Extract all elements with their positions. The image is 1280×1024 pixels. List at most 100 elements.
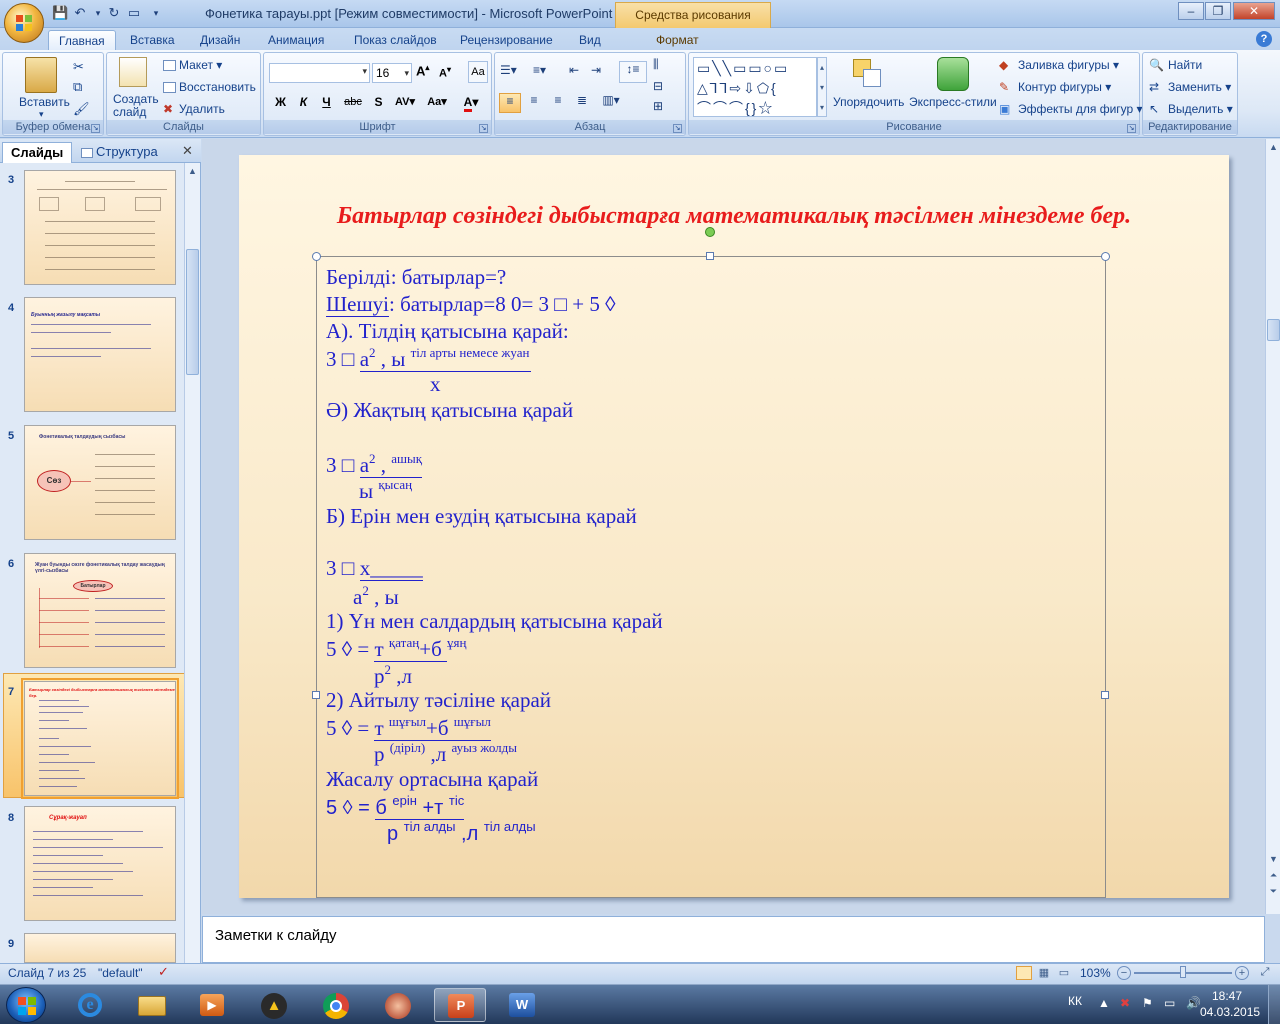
- slide-thumbnail-9[interactable]: [24, 933, 176, 963]
- clock-date[interactable]: 04.03.2015: [1200, 1005, 1260, 1019]
- pane-scrollbar[interactable]: ▲: [184, 163, 200, 963]
- resize-handle-e[interactable]: [1101, 691, 1109, 699]
- increase-indent-icon[interactable]: ⇥: [591, 63, 611, 83]
- shape-effects-button[interactable]: ▣ Эффекты для фигур ▾: [999, 102, 1143, 118]
- slide-thumbnail-5[interactable]: Фонетикалық талдаудың сызбасы Сөз: [24, 425, 176, 540]
- resize-handle-w[interactable]: [312, 691, 320, 699]
- tab-animation[interactable]: Анимация: [258, 30, 334, 50]
- next-slide-icon[interactable]: ⏷: [1266, 883, 1280, 899]
- taskbar-powerpoint-icon[interactable]: P: [434, 988, 486, 1022]
- font-name-combo[interactable]: ▾: [269, 63, 370, 83]
- taskbar-word-icon[interactable]: W: [496, 988, 548, 1022]
- undo-icon[interactable]: ↶: [72, 5, 88, 21]
- italic-button[interactable]: К: [293, 93, 314, 113]
- slide-thumbnail-6[interactable]: Жуан буынды сөзге фонетикалық талдау жас…: [24, 553, 176, 668]
- shrink-font-icon[interactable]: A▾: [439, 65, 459, 85]
- slide-canvas[interactable]: Батырлар сөзіндегі дыбыстарға математика…: [239, 155, 1229, 898]
- show-desktop-button[interactable]: [1268, 985, 1280, 1024]
- reset-button[interactable]: Восстановить: [163, 80, 256, 94]
- tab-slideshow[interactable]: Показ слайдов: [344, 30, 447, 50]
- taskbar-chrome-icon[interactable]: [310, 988, 362, 1022]
- tray-volume-icon[interactable]: 🔊: [1186, 996, 1201, 1010]
- decrease-indent-icon[interactable]: ⇤: [569, 63, 589, 83]
- taskbar-app-icon[interactable]: ▲: [248, 988, 300, 1022]
- undo-dropdown-icon[interactable]: ▾: [90, 5, 106, 21]
- tab-format[interactable]: Формат: [646, 30, 709, 50]
- underline-button[interactable]: Ч: [316, 93, 337, 113]
- copy-icon[interactable]: ⧉: [73, 79, 82, 95]
- zoom-level[interactable]: 103%: [1080, 966, 1111, 980]
- taskbar-ie-icon[interactable]: e: [64, 988, 116, 1022]
- slide-thumbnail-4[interactable]: Буынның жазылу мақсаты: [24, 297, 176, 412]
- text-direction-icon[interactable]: ⫼: [653, 57, 679, 77]
- tab-outline-pane[interactable]: Структура: [73, 142, 166, 163]
- quick-styles-icon[interactable]: [937, 57, 969, 91]
- shape-outline-button[interactable]: ✎ Контур фигуры ▾: [999, 80, 1111, 96]
- tray-display-icon[interactable]: ▭: [1164, 996, 1175, 1010]
- font-size-combo[interactable]: 16 ▾: [372, 63, 412, 83]
- tab-home[interactable]: Главная: [48, 30, 116, 50]
- tab-slides-pane[interactable]: Слайды: [2, 142, 73, 163]
- shape-fill-button[interactable]: ◆ Заливка фигуры ▾: [999, 58, 1119, 74]
- replace-button[interactable]: ⇄ Заменить ▾: [1149, 80, 1231, 96]
- bullets-icon[interactable]: ☰▾: [500, 63, 530, 83]
- arrange-icon[interactable]: [851, 57, 885, 91]
- shadow-button[interactable]: S: [368, 93, 389, 113]
- notes-placeholder[interactable]: Заметки к слайду: [215, 927, 337, 944]
- pane-scroll-thumb[interactable]: [186, 249, 199, 375]
- start-button[interactable]: [6, 987, 46, 1023]
- char-spacing-button[interactable]: AV▾: [390, 93, 420, 113]
- strikethrough-button[interactable]: abc: [340, 93, 366, 113]
- notes-pane[interactable]: Заметки к слайду: [202, 916, 1265, 963]
- zoom-in-icon[interactable]: +: [1235, 966, 1249, 980]
- spellcheck-icon[interactable]: ✓: [158, 964, 169, 980]
- customize-qat-icon[interactable]: ▾: [148, 5, 164, 21]
- tab-review[interactable]: Рецензирование: [450, 30, 563, 50]
- maximize-button[interactable]: ❐: [1205, 2, 1231, 20]
- slideshow-view-icon[interactable]: ▭: [1056, 966, 1072, 980]
- redo-icon[interactable]: ↻: [106, 5, 122, 21]
- help-icon[interactable]: ?: [1256, 31, 1272, 47]
- new-slide-icon[interactable]: [119, 57, 147, 87]
- slide-title[interactable]: Батырлар сөзіндегі дыбыстарға математика…: [239, 203, 1229, 230]
- select-button[interactable]: ↖ Выделить ▾: [1149, 102, 1233, 118]
- new-slide-button[interactable]: Создать слайд: [113, 93, 159, 119]
- minimize-button[interactable]: –: [1178, 2, 1204, 20]
- shapes-gallery-scroll[interactable]: ▴ ▾ ▾: [817, 57, 827, 117]
- slide-scroll-thumb[interactable]: [1267, 319, 1280, 341]
- paste-button[interactable]: Вставить: [19, 95, 70, 109]
- scroll-down-icon[interactable]: ▼: [1266, 851, 1280, 867]
- change-case-button[interactable]: Aa▾: [422, 93, 452, 113]
- scroll-up-icon[interactable]: ▲: [185, 163, 200, 179]
- previous-slide-icon[interactable]: ⏶: [1266, 867, 1280, 883]
- slide-sorter-icon[interactable]: ▦: [1036, 966, 1052, 980]
- taskbar-media-icon[interactable]: ▶: [186, 988, 238, 1022]
- taskbar-explorer-icon[interactable]: [126, 988, 178, 1022]
- justify-icon[interactable]: ≣: [571, 93, 593, 113]
- align-left-icon[interactable]: ≡: [499, 93, 521, 113]
- font-color-button[interactable]: A▾: [456, 93, 486, 113]
- paragraph-launcher-icon[interactable]: ↘: [673, 124, 682, 133]
- tray-arrow-icon[interactable]: ▲: [1098, 996, 1110, 1010]
- arrange-button[interactable]: Упорядочить: [833, 95, 904, 109]
- delete-button[interactable]: ✖ Удалить: [163, 102, 225, 118]
- cut-icon[interactable]: ✂: [73, 59, 84, 75]
- find-button[interactable]: 🔍 Найти: [1149, 58, 1202, 74]
- pane-close-icon[interactable]: ✕: [182, 143, 193, 159]
- tab-view[interactable]: Вид: [569, 30, 611, 50]
- grow-font-icon[interactable]: A▴: [416, 63, 436, 83]
- rotation-handle[interactable]: [705, 227, 715, 237]
- zoom-out-icon[interactable]: −: [1117, 966, 1131, 980]
- layout-button[interactable]: Макет ▾: [163, 58, 222, 72]
- resize-handle-nw[interactable]: [312, 252, 321, 261]
- resize-handle-ne[interactable]: [1101, 252, 1110, 261]
- slide-thumbnail-7[interactable]: Батырлар сөзіндегі дыбыстарға математика…: [21, 678, 179, 799]
- office-button[interactable]: [4, 3, 44, 43]
- shapes-gallery[interactable]: ▭╲╲▭▭○▭ △⅂⅂⇨⇩⬠{⌒⌒⌒{}☆: [693, 57, 817, 117]
- bold-button[interactable]: Ж: [270, 93, 291, 113]
- language-indicator[interactable]: КК: [1068, 994, 1082, 1008]
- smartart-icon[interactable]: ⊞: [653, 99, 679, 117]
- align-center-icon[interactable]: ≡: [523, 93, 545, 113]
- tab-insert[interactable]: Вставка: [120, 30, 185, 50]
- align-text-icon[interactable]: ⊟: [653, 79, 679, 97]
